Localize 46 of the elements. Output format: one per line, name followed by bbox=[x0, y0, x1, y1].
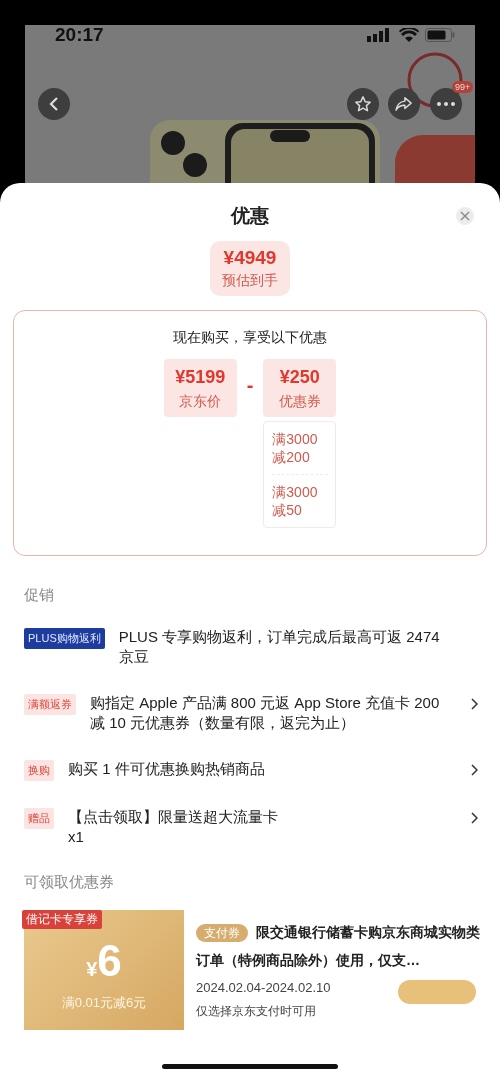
currency-sign: ¥ bbox=[86, 958, 98, 981]
promo-text: 【点击领取】限量送超大流量卡 bbox=[68, 807, 279, 827]
section-title: 可领取优惠券 bbox=[24, 873, 115, 892]
breakdown-heading: 现在购买，享受以下优惠 bbox=[173, 329, 327, 347]
promo-text: 购买 1 件可优惠换购热销商品 bbox=[68, 759, 266, 779]
chevron-icon[interactable] bbox=[471, 698, 478, 710]
close-icon bbox=[460, 211, 470, 221]
coupon-amount: 6 bbox=[97, 936, 122, 986]
promo-tag: PLUS购物返利 bbox=[24, 628, 105, 649]
back-button[interactable] bbox=[38, 88, 70, 120]
coupon-condition: 满3000减200 bbox=[272, 430, 319, 467]
back-icon bbox=[48, 96, 60, 112]
price-label: 优惠券 bbox=[278, 393, 321, 411]
share-button[interactable] bbox=[388, 88, 420, 120]
coupon-dates: 2024.02.04-2024.02.10 bbox=[196, 980, 331, 995]
section-title: 促销 bbox=[24, 586, 55, 605]
more-icon bbox=[437, 102, 455, 106]
close-button[interactable] bbox=[456, 207, 474, 225]
coupon-title: 支付券 限交通银行储蓄卡购京东商城实物类订单（特例商品除外）使用，仅支… bbox=[196, 923, 481, 970]
minus-sign: - bbox=[246, 374, 254, 397]
sheet-title: 优惠 bbox=[231, 204, 269, 228]
star-icon bbox=[354, 95, 372, 113]
estimate-label: 预估到手 bbox=[222, 272, 278, 290]
promo-tag: 赠品 bbox=[24, 808, 54, 829]
promo-quantity: x1 bbox=[68, 827, 85, 847]
coupon-note: 仅选择京东支付时可用 bbox=[196, 1003, 316, 1020]
battery-icon bbox=[425, 28, 455, 42]
promo-text: 购指定 Apple 产品满 800 元返 App Store 充值卡 200 减 10 元优惠券（数量有限，返完为止） bbox=[90, 693, 441, 733]
price-label: 京东价 bbox=[179, 393, 222, 411]
coupon-condition: 满0.01元减6元 bbox=[61, 994, 147, 1012]
promo-tag: 满额返券 bbox=[24, 694, 76, 715]
estimate-price: ¥4949 bbox=[223, 247, 277, 269]
chevron-icon[interactable] bbox=[471, 764, 478, 776]
coupon-condition: 满3000减50 bbox=[272, 474, 329, 527]
promo-tag: 换购 bbox=[24, 760, 54, 781]
share-icon bbox=[395, 96, 413, 112]
price-value: ¥250 bbox=[279, 367, 320, 388]
more-button[interactable] bbox=[430, 88, 462, 120]
chevron-icon[interactable] bbox=[471, 812, 478, 824]
price-value: ¥5199 bbox=[175, 367, 226, 388]
promo-text: PLUS 专享购物返利，订单完成后最高可返 2474 京豆 bbox=[118, 627, 441, 667]
wifi-icon bbox=[399, 28, 419, 42]
coupon-ribbon: 借记卡专享券 bbox=[22, 910, 102, 929]
status-time: 20:17 bbox=[55, 24, 104, 46]
notification-badge: 99+ bbox=[452, 81, 474, 93]
favorite-button[interactable] bbox=[347, 88, 379, 120]
